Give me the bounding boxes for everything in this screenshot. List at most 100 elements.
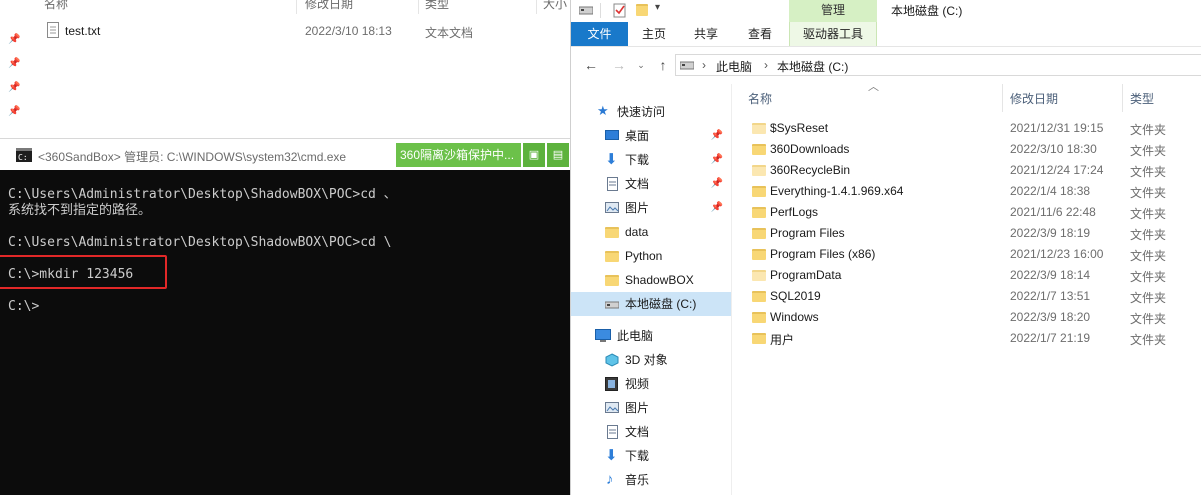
folder-icon <box>752 165 766 176</box>
pin-icon[interactable]: 📌 <box>711 196 723 220</box>
svg-text:C:: C: <box>18 153 28 162</box>
pane-divider[interactable] <box>731 84 732 495</box>
tab-home[interactable]: 主页 <box>631 22 677 46</box>
list-item[interactable]: Program Files 2022/3/9 18:19 文件夹 <box>734 223 1201 244</box>
tree-item-pictures-pc[interactable]: 图片 <box>571 396 731 420</box>
tree-item-python[interactable]: Python <box>571 244 731 268</box>
list-item[interactable]: 用户 2022/1/7 21:19 文件夹 <box>734 328 1201 349</box>
pin-icon: 📌 <box>8 106 21 117</box>
list-item[interactable]: $SysReset 2021/12/31 19:15 文件夹 <box>734 118 1201 139</box>
back-arrow-icon[interactable]: ← <box>583 57 599 73</box>
tree-item-videos[interactable]: 视频 <box>571 372 731 396</box>
column-header-name[interactable]: 名称 <box>44 0 68 14</box>
breadcrumb-local-disk[interactable]: 本地磁盘 (C:) <box>777 58 848 75</box>
column-header-type[interactable]: 类型 <box>425 0 449 14</box>
column-header-date[interactable]: 修改日期 <box>305 0 353 14</box>
column-header-name[interactable]: 名称 <box>748 90 772 107</box>
tree-item-data[interactable]: data <box>571 220 731 244</box>
file-date: 2022/3/10 18:13 <box>305 24 392 38</box>
tree-item-music[interactable]: ♪ 音乐 <box>571 468 731 492</box>
column-header-date[interactable]: 修改日期 <box>1010 90 1058 107</box>
tree-item-local-disk[interactable]: 本地磁盘 (C:) <box>571 292 731 316</box>
list-item[interactable]: 360RecycleBin 2021/12/24 17:24 文件夹 <box>734 160 1201 181</box>
folder-icon <box>752 249 766 260</box>
list-item[interactable]: 360Downloads 2022/3/10 18:30 文件夹 <box>734 139 1201 160</box>
tree-item-pictures[interactable]: 图片 📌 <box>571 196 731 220</box>
cmd-titlebar[interactable]: C: <360SandBox> 管理员: C:\WINDOWS\system32… <box>0 138 570 171</box>
tree-item-3d-objects[interactable]: 3D 对象 <box>571 348 731 372</box>
drive-icon <box>605 301 619 309</box>
folder-icon <box>752 228 766 239</box>
tree-item-desktop[interactable]: 桌面 📌 <box>571 124 731 148</box>
folder-icon <box>752 312 766 323</box>
ribbon-tabs: 文件 主页 共享 查看 驱动器工具 <box>571 22 1201 47</box>
column-header-size[interactable]: 大小 <box>543 0 567 14</box>
tree-item-quick-access[interactable]: ★ 快速访问 <box>571 100 731 124</box>
sandbox-folder-icon[interactable]: ▤ <box>547 143 569 167</box>
list-item[interactable]: SQL2019 2022/1/7 13:51 文件夹 <box>734 286 1201 307</box>
tab-drive-tools[interactable]: 驱动器工具 <box>789 22 877 46</box>
tree-item-shadowbox[interactable]: ShadowBOX <box>571 268 731 292</box>
tree-item-documents-pc[interactable]: 文档 <box>571 420 731 444</box>
tab-file[interactable]: 文件 <box>571 22 628 46</box>
console-icon: C: <box>16 148 32 162</box>
cmd-console[interactable]: C:\Users\Administrator\Desktop\ShadowBOX… <box>0 170 570 495</box>
pin-icon[interactable]: 📌 <box>711 148 723 172</box>
folder-icon <box>752 270 766 281</box>
column-header-type[interactable]: 类型 <box>1130 90 1154 107</box>
pin-icon: 📌 <box>8 82 21 93</box>
customize-qat-icon[interactable]: ▾ <box>655 2 660 13</box>
list-item[interactable]: ProgramData 2022/3/9 18:14 文件夹 <box>734 265 1201 286</box>
address-bar[interactable]: › 此电脑 › 本地磁盘 (C:) <box>675 54 1201 76</box>
desktop-icon <box>605 130 619 140</box>
download-icon: ⬇ <box>605 447 618 464</box>
breadcrumb-separator[interactable]: › <box>702 58 706 72</box>
folder-icon <box>605 227 619 238</box>
file-explorer-window[interactable]: ▾ 管理 本地磁盘 (C:) 文件 主页 共享 查看 驱动器工具 ← → ⌄ ↑… <box>570 0 1201 495</box>
sandbox-badge[interactable]: 360隔离沙箱保护中... <box>396 143 521 167</box>
document-icon <box>607 177 618 191</box>
breadcrumb-separator[interactable]: › <box>764 58 768 72</box>
breadcrumb-this-pc[interactable]: 此电脑 <box>716 58 752 75</box>
list-item[interactable]: Everything-1.4.1.969.x64 2022/1/4 18:38 … <box>734 181 1201 202</box>
cmd-window[interactable]: C: <360SandBox> 管理员: C:\WINDOWS\system32… <box>0 138 570 495</box>
navigation-pane: ★ 快速访问 桌面 📌 ⬇ 下载 📌 文档 📌 图片 📌 data Python… <box>571 92 731 495</box>
folder-icon <box>752 207 766 218</box>
folder-icon <box>752 123 766 134</box>
picture-icon <box>605 402 619 413</box>
folder-icon <box>752 291 766 302</box>
star-icon: ★ <box>597 103 609 118</box>
file-type: 文本文档 <box>425 26 474 40</box>
document-icon <box>607 425 618 439</box>
folder-icon <box>605 251 619 262</box>
pin-icon[interactable]: 📌 <box>711 124 723 148</box>
folder-icon <box>605 275 619 286</box>
forward-arrow-icon[interactable]: → <box>611 57 627 73</box>
tree-item-downloads[interactable]: ⬇ 下载 📌 <box>571 148 731 172</box>
tab-view[interactable]: 查看 <box>737 22 783 46</box>
file-row-test-txt[interactable]: test.txt 2022/3/10 18:13 文本文档 <box>40 20 560 42</box>
video-icon <box>605 377 618 391</box>
list-item[interactable]: PerfLogs 2021/11/6 22:48 文件夹 <box>734 202 1201 223</box>
properties-icon[interactable] <box>613 2 627 18</box>
recent-locations-icon[interactable]: ⌄ <box>633 57 649 73</box>
tab-share[interactable]: 共享 <box>683 22 729 46</box>
console-prompt: C:\> <box>8 299 40 314</box>
pin-icon: 📌 <box>8 34 21 45</box>
tree-item-documents[interactable]: 文档 📌 <box>571 172 731 196</box>
pin-icon[interactable]: 📌 <box>711 172 723 196</box>
pin-icon: 📌 <box>8 58 21 69</box>
sort-ascending-icon: ︿ <box>868 81 879 93</box>
up-arrow-icon[interactable]: ↑ <box>655 57 671 73</box>
list-item[interactable]: Program Files (x86) 2021/12/23 16:00 文件夹 <box>734 244 1201 265</box>
console-line: C:\Users\Administrator\Desktop\ShadowBOX… <box>8 187 397 202</box>
tree-item-this-pc[interactable]: 此电脑 <box>571 324 731 348</box>
list-item[interactable]: Windows 2022/3/9 18:20 文件夹 <box>734 307 1201 328</box>
drive-icon[interactable] <box>579 4 593 16</box>
tree-item-downloads-pc[interactable]: ⬇ 下载 <box>571 444 731 468</box>
new-folder-icon[interactable] <box>636 4 648 16</box>
pc-icon <box>595 329 611 342</box>
sandbox-tool-icon[interactable]: ▣ <box>523 143 545 167</box>
file-name: test.txt <box>65 24 101 38</box>
manage-tab[interactable]: 管理 <box>789 0 877 22</box>
